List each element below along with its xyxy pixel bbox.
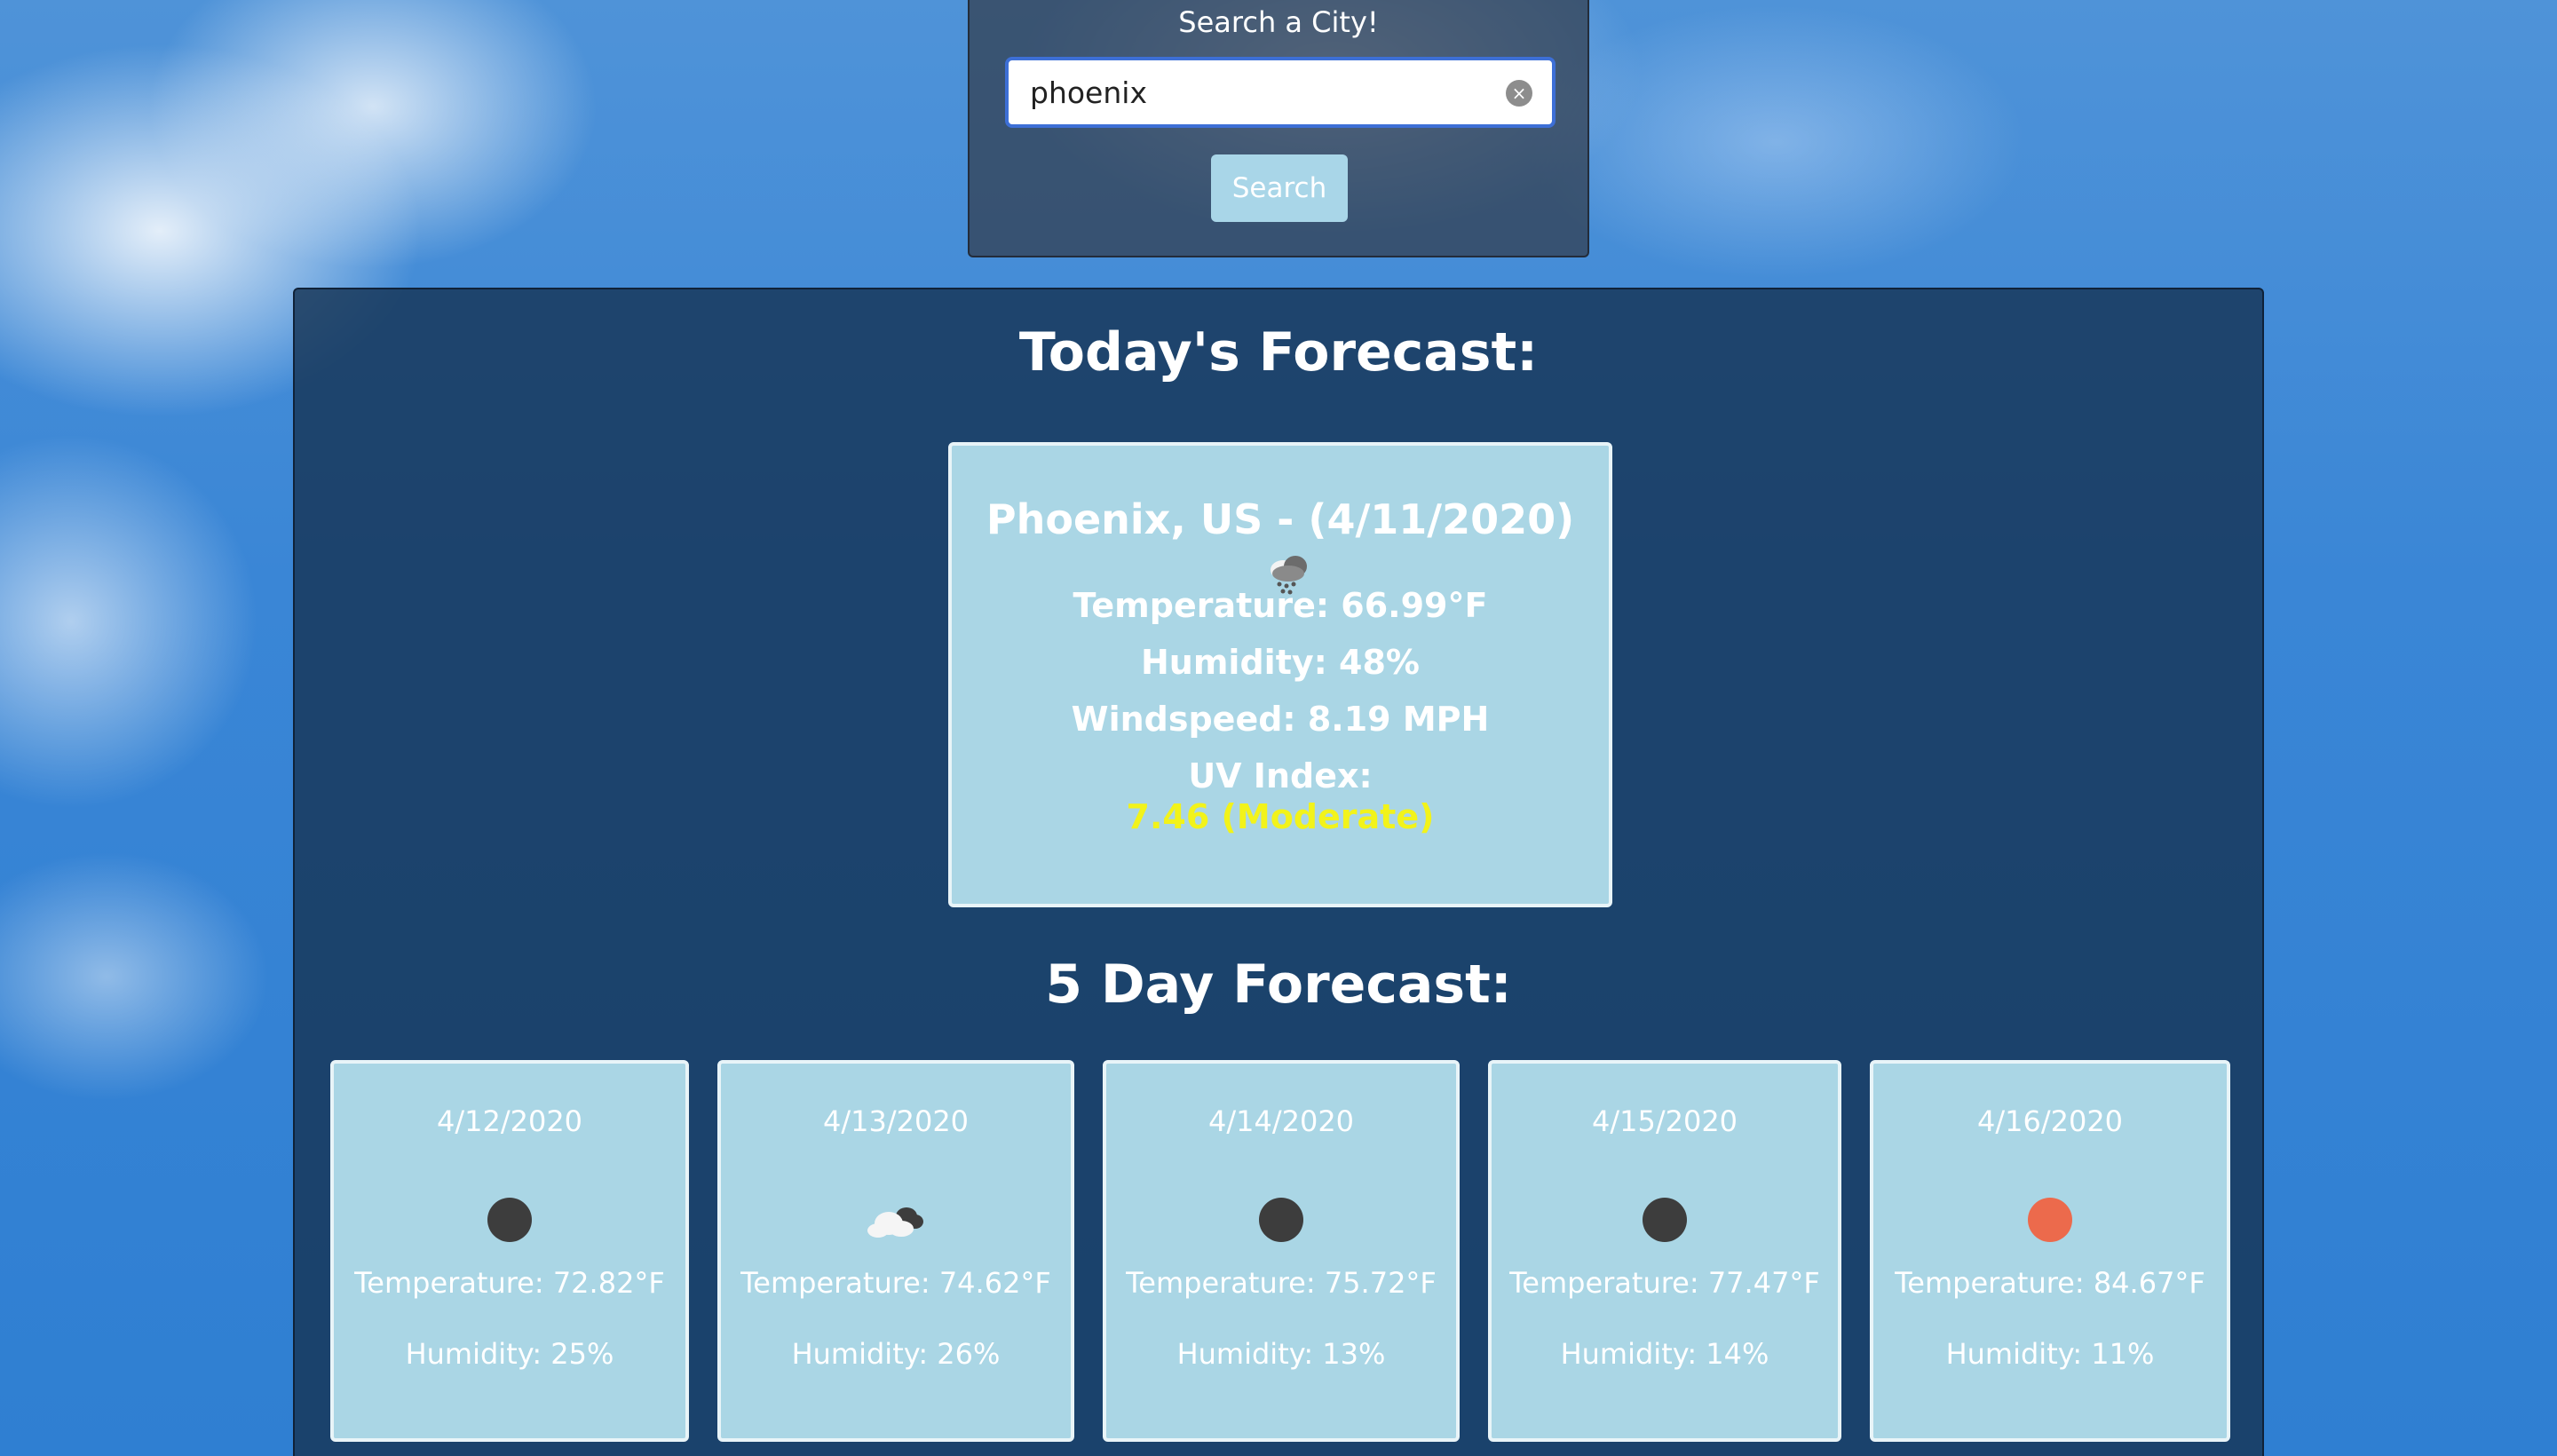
- today-card: Phoenix, US - (4/11/2020) Temperature: 6…: [948, 442, 1612, 907]
- five-day-forecast-heading: 5 Day Forecast:: [1045, 954, 1512, 1016]
- forecast-panel: Today's Forecast: Phoenix, US - (4/11/20…: [293, 288, 2264, 1456]
- city-date-line: Phoenix, US - (4/11/2020): [952, 495, 1609, 600]
- clear-icon[interactable]: ×: [1506, 80, 1532, 107]
- forecast-date: 4/12/2020: [436, 1104, 583, 1138]
- today-temperature: Temperature: 66.99°F: [1073, 586, 1488, 625]
- search-field[interactable]: ×: [1005, 57, 1556, 128]
- forecast-date: 4/16/2020: [1976, 1104, 2124, 1138]
- forecast-humidity: Humidity: 25%: [405, 1337, 614, 1371]
- search-title: Search a City!: [1178, 5, 1379, 39]
- search-panel: Search a City! × Search: [968, 0, 1589, 257]
- dark-circle-icon: [483, 1193, 536, 1246]
- today-windspeed: Windspeed: 8.19 MPH: [1071, 700, 1490, 739]
- forecast-humidity: Humidity: 14%: [1560, 1337, 1769, 1371]
- forecast-day-card: 4/14/2020 Temperature: 75.72°F Humidity:…: [1103, 1060, 1460, 1442]
- uv-index-value: 7.46 (Moderate): [1126, 797, 1435, 836]
- forecast-day-card: 4/13/2020 Temperature: 74.62°F Humidity:…: [717, 1060, 1074, 1442]
- forecast-temperature: Temperature: 77.47°F: [1509, 1266, 1820, 1300]
- dark-circle-icon: [1255, 1193, 1308, 1246]
- forecast-day-card: 4/12/2020 Temperature: 72.82°F Humidity:…: [330, 1060, 689, 1442]
- forecast-humidity: Humidity: 11%: [1945, 1337, 2155, 1371]
- forecast-humidity: Humidity: 26%: [791, 1337, 1001, 1371]
- todays-forecast-heading: Today's Forecast:: [1018, 321, 1539, 384]
- forecast-temperature: Temperature: 84.67°F: [1895, 1266, 2205, 1300]
- forecast-date: 4/13/2020: [822, 1104, 970, 1138]
- forecast-day-card: 4/15/2020 Temperature: 77.47°F Humidity:…: [1488, 1060, 1841, 1442]
- forecast-date: 4/14/2020: [1207, 1104, 1355, 1138]
- forecast-day-card: 4/16/2020 Temperature: 84.67°F Humidity:…: [1870, 1060, 2230, 1442]
- cloud-icon: [867, 1193, 923, 1246]
- today-humidity: Humidity: 48%: [1140, 643, 1421, 682]
- forecast-temperature: Temperature: 72.82°F: [354, 1266, 665, 1300]
- search-input[interactable]: [1030, 60, 1490, 124]
- sun-icon: [2023, 1193, 2077, 1246]
- forecast-temperature: Temperature: 75.72°F: [1126, 1266, 1437, 1300]
- search-button[interactable]: Search: [1211, 154, 1348, 222]
- city-date-text: Phoenix, US - (4/11/2020): [986, 495, 1575, 543]
- dark-circle-icon: [1638, 1193, 1691, 1246]
- forecast-humidity: Humidity: 13%: [1176, 1337, 1386, 1371]
- forecast-temperature: Temperature: 74.62°F: [740, 1266, 1051, 1300]
- forecast-date: 4/15/2020: [1591, 1104, 1738, 1138]
- uv-index-label: UV Index:: [1188, 756, 1373, 795]
